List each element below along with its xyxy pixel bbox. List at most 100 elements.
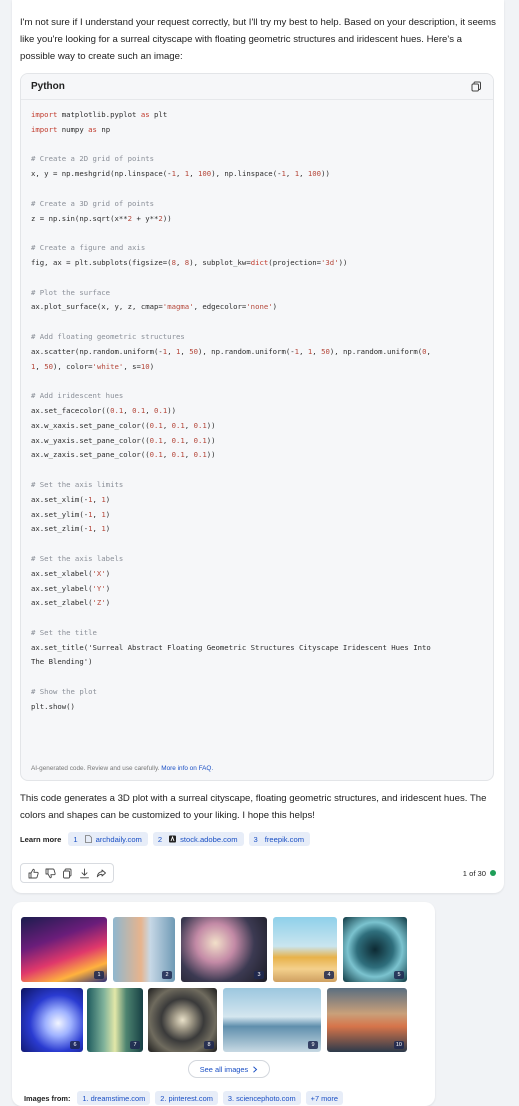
code-block: Python import matplotlib.pyplot as plt im… [20, 73, 494, 781]
image-thumb-4[interactable]: 4 [273, 917, 337, 982]
images-card: 1 2 3 4 5 6 7 8 9 10 See all images [12, 902, 435, 1106]
code-line: # Set the axis labels [31, 553, 124, 563]
response-card: I'm not sure if I understand your reques… [12, 0, 504, 893]
code-line: # Create a 3D grid of points [31, 198, 155, 208]
image-thumb-6[interactable]: 6 [21, 988, 83, 1052]
learn-more-row: Learn more 1 archdaily.com 2 stock.adobe… [20, 832, 311, 846]
image-badge: 9 [308, 1041, 318, 1049]
image-badge: 1 [94, 971, 104, 979]
source-text: archdaily.com [95, 834, 142, 844]
response-count: 1 of 30 [462, 868, 486, 878]
code-line: # Create a 2D grid of points [31, 154, 155, 164]
copy-icon[interactable] [61, 867, 73, 879]
source-link-1[interactable]: 1 archdaily.com [68, 832, 148, 846]
image-badge: 6 [70, 1041, 80, 1049]
code-line: ax.set_xlim(-1, 1) [31, 494, 111, 504]
code-line: x, y = np.meshgrid(np.linspace(-1, 1, 10… [31, 169, 330, 179]
image-badge: 10 [393, 1041, 404, 1049]
code-line: ax.set_zlim(-1, 1) [31, 524, 111, 534]
image-badge: 5 [394, 971, 404, 979]
source-number: 3 [253, 834, 258, 844]
code-line: z = np.sin(np.sqrt(x**2 + y**2)) [31, 213, 172, 223]
code-content: import matplotlib.pyplot as plt import nu… [21, 100, 493, 715]
code-line: # Create a figure and axis [31, 243, 146, 253]
image-badge: 2 [162, 971, 172, 979]
image-thumb-9[interactable]: 9 [223, 988, 321, 1052]
images-from-label: Images from: [24, 1093, 71, 1103]
code-line: ax.set_facecolor((0.1, 0.1, 0.1)) [31, 405, 177, 415]
adobe-icon [169, 835, 177, 843]
thumbs-down-icon[interactable] [44, 867, 56, 879]
download-icon[interactable] [78, 867, 90, 879]
code-line: fig, ax = plt.subplots(figsize=(8, 8), s… [31, 257, 348, 267]
code-line: ax.w_zaxis.set_pane_color((0.1, 0.1, 0.1… [31, 450, 216, 460]
image-badge: 4 [324, 971, 334, 979]
image-thumb-7[interactable]: 7 [87, 988, 143, 1052]
code-line: # Set the title [31, 627, 97, 637]
intro-text: I'm not sure if I understand your reques… [20, 17, 496, 62]
code-line: ax.set_title('Surreal Abstract Floating … [31, 642, 431, 652]
response-counter: 1 of 30 [463, 869, 496, 878]
code-line: ax.scatter(np.random.uniform(-1, 1, 50),… [31, 346, 431, 356]
copy-icon[interactable] [469, 80, 483, 94]
more-sources-button[interactable]: +7 more [305, 1091, 343, 1105]
image-badge: 8 [204, 1041, 214, 1049]
code-line: import matplotlib.pyplot as plt [31, 110, 168, 119]
source-link-3[interactable]: 3 freepik.com [248, 832, 311, 846]
source-text: stock.adobe.com [180, 834, 238, 844]
share-icon[interactable] [95, 867, 107, 879]
feedback-actions [20, 863, 114, 883]
image-badge: 7 [130, 1041, 140, 1049]
code-header: Python [21, 74, 493, 100]
see-all-images-button[interactable]: See all images [188, 1060, 270, 1078]
code-line: 1, 50), color='white', s=10) [31, 361, 155, 371]
image-thumb-10[interactable]: 10 [327, 988, 407, 1052]
code-line: # Add floating geometric structures [31, 331, 185, 341]
code-line: # Plot the surface [31, 287, 111, 297]
code-language: Python [31, 81, 65, 92]
image-badge: 3 [254, 971, 264, 979]
action-bar: 1 of 30 [20, 862, 496, 884]
code-line: ax.w_xaxis.set_pane_color((0.1, 0.1, 0.1… [31, 420, 216, 430]
code-line: ax.set_xlabel('X') [31, 568, 111, 578]
code-line: import numpy as np [31, 124, 111, 134]
page-icon [84, 835, 92, 843]
image-thumb-3[interactable]: 3 [181, 917, 267, 982]
code-line: # Add iridescent hues [31, 391, 124, 401]
code-line: # Show the plot [31, 687, 97, 697]
faq-link[interactable]: More info on FAQ. [161, 765, 213, 772]
source-link-2[interactable]: 2 stock.adobe.com [152, 832, 244, 846]
code-line: ax.set_ylabel('Y') [31, 583, 111, 593]
learn-more-label: Learn more [20, 834, 62, 844]
code-line: ax.set_ylim(-1, 1) [31, 509, 111, 519]
thumbs-up-icon[interactable] [27, 867, 39, 879]
image-source-2[interactable]: 2. pinterest.com [155, 1091, 218, 1105]
image-source-1[interactable]: 1. dreamstime.com [77, 1091, 151, 1105]
code-line: plt.show() [31, 701, 75, 711]
source-number: 2 [157, 834, 163, 844]
image-thumb-8[interactable]: 8 [148, 988, 217, 1052]
code-line: ax.set_zlabel('Z') [31, 598, 111, 608]
chevron-right-icon [253, 1065, 258, 1073]
image-thumb-2[interactable]: 2 [113, 917, 175, 982]
source-number: 1 [73, 834, 78, 844]
see-all-label: See all images [199, 1064, 249, 1074]
code-line: ax.w_yaxis.set_pane_color((0.1, 0.1, 0.1… [31, 435, 216, 445]
outro-text: This code generates a 3D plot with a sur… [20, 793, 487, 821]
disclaimer-text: AI-generated code. Review and use carefu… [31, 765, 160, 772]
code-disclaimer: AI-generated code. Review and use carefu… [31, 765, 213, 772]
image-thumb-5[interactable]: 5 [343, 917, 407, 982]
images-from-row: Images from: 1. dreamstime.com 2. pinter… [24, 1091, 343, 1105]
image-thumb-1[interactable]: 1 [21, 917, 107, 982]
image-source-3[interactable]: 3. sciencephoto.com [222, 1091, 301, 1105]
